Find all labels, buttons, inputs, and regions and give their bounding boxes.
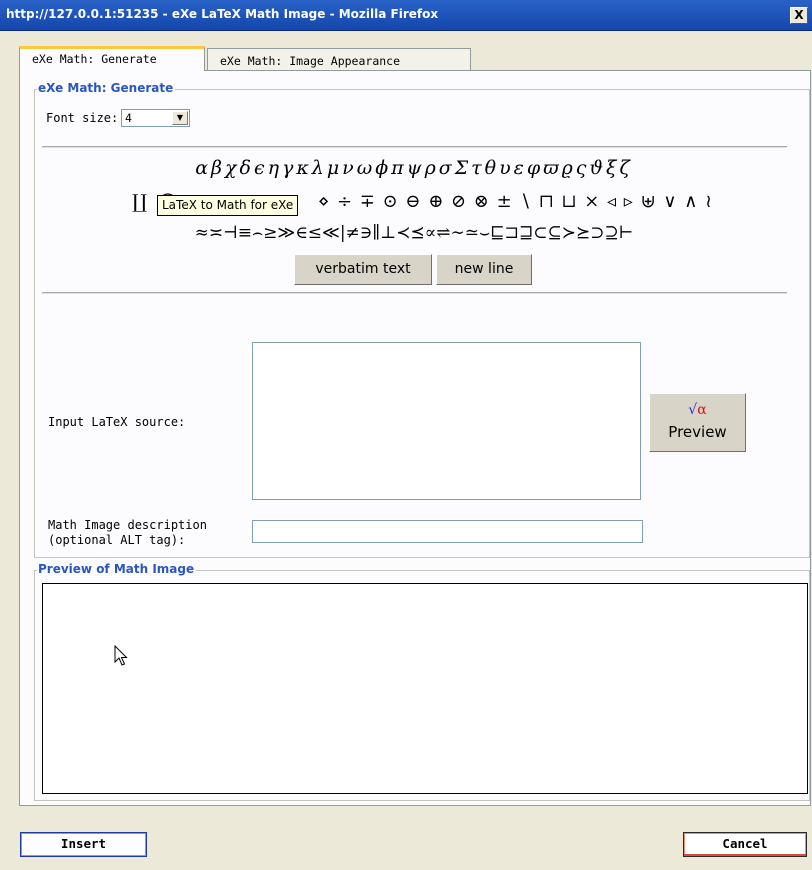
- tooltip: LaTeX to Math for eXe: [157, 195, 299, 216]
- font-size-label: Font size:: [46, 111, 119, 125]
- tab-generate[interactable]: eXe Math: Generate: [19, 46, 205, 71]
- description-input[interactable]: [252, 520, 643, 543]
- sqrt-alpha-icon: √α: [688, 402, 707, 418]
- verbatim-text-button[interactable]: verbatim text: [294, 254, 432, 285]
- preview-legend: Preview of Math Image: [37, 562, 197, 576]
- window-titlebar: http://127.0.0.1:51235 - eXe LaTeX Math …: [0, 0, 812, 31]
- description-label-line1: Math Image description: [48, 518, 207, 532]
- window-title: http://127.0.0.1:51235 - eXe LaTeX Math …: [6, 7, 439, 21]
- math-image-preview: [42, 583, 808, 794]
- cancel-button[interactable]: Cancel: [683, 832, 807, 857]
- symbol-row-greek[interactable]: αβχδϵηγκλμνωϕπψρσΣτθυεφϖϱςϑξζ: [42, 157, 786, 179]
- new-line-button[interactable]: new line: [436, 254, 532, 285]
- latex-source-label: Input LaTeX source:: [48, 415, 186, 429]
- insert-button[interactable]: Insert: [20, 832, 147, 857]
- divider-bottom: [42, 292, 787, 294]
- font-size-select[interactable]: 4 ▼: [121, 109, 190, 127]
- symbol-row-operators[interactable]: ⋄ ÷ ∓ ⊙ ⊖ ⊕ ⊘ ⊗ ± ∖ ⊓ ⊔ × ◃ ▹ ⊎ ∨ ∧ ≀: [318, 191, 713, 212]
- mouse-pointer-icon: [114, 645, 128, 666]
- chevron-down-icon[interactable]: ▼: [172, 111, 188, 125]
- description-label-line2: (optional ALT tag):: [48, 533, 186, 547]
- preview-button[interactable]: √α Preview: [649, 393, 746, 452]
- font-size-value: 4: [125, 111, 132, 125]
- tab-image-appearance[interactable]: eXe Math: Image Appearance: [207, 48, 471, 72]
- preview-button-label: Preview: [668, 423, 727, 441]
- latex-source-input[interactable]: [252, 342, 641, 500]
- symbol-row-relations[interactable]: ≈≍⊣≡⌢≥≫∈≤≪|≠∋∥⊥≺⪯∝⇌∼≃⌣⊑⊐⊒⊂⊆≻⪰⊃⊇⊢: [42, 223, 786, 243]
- close-window-button[interactable]: X: [790, 7, 808, 24]
- generate-legend: eXe Math: Generate: [37, 81, 176, 95]
- divider-top: [42, 146, 787, 148]
